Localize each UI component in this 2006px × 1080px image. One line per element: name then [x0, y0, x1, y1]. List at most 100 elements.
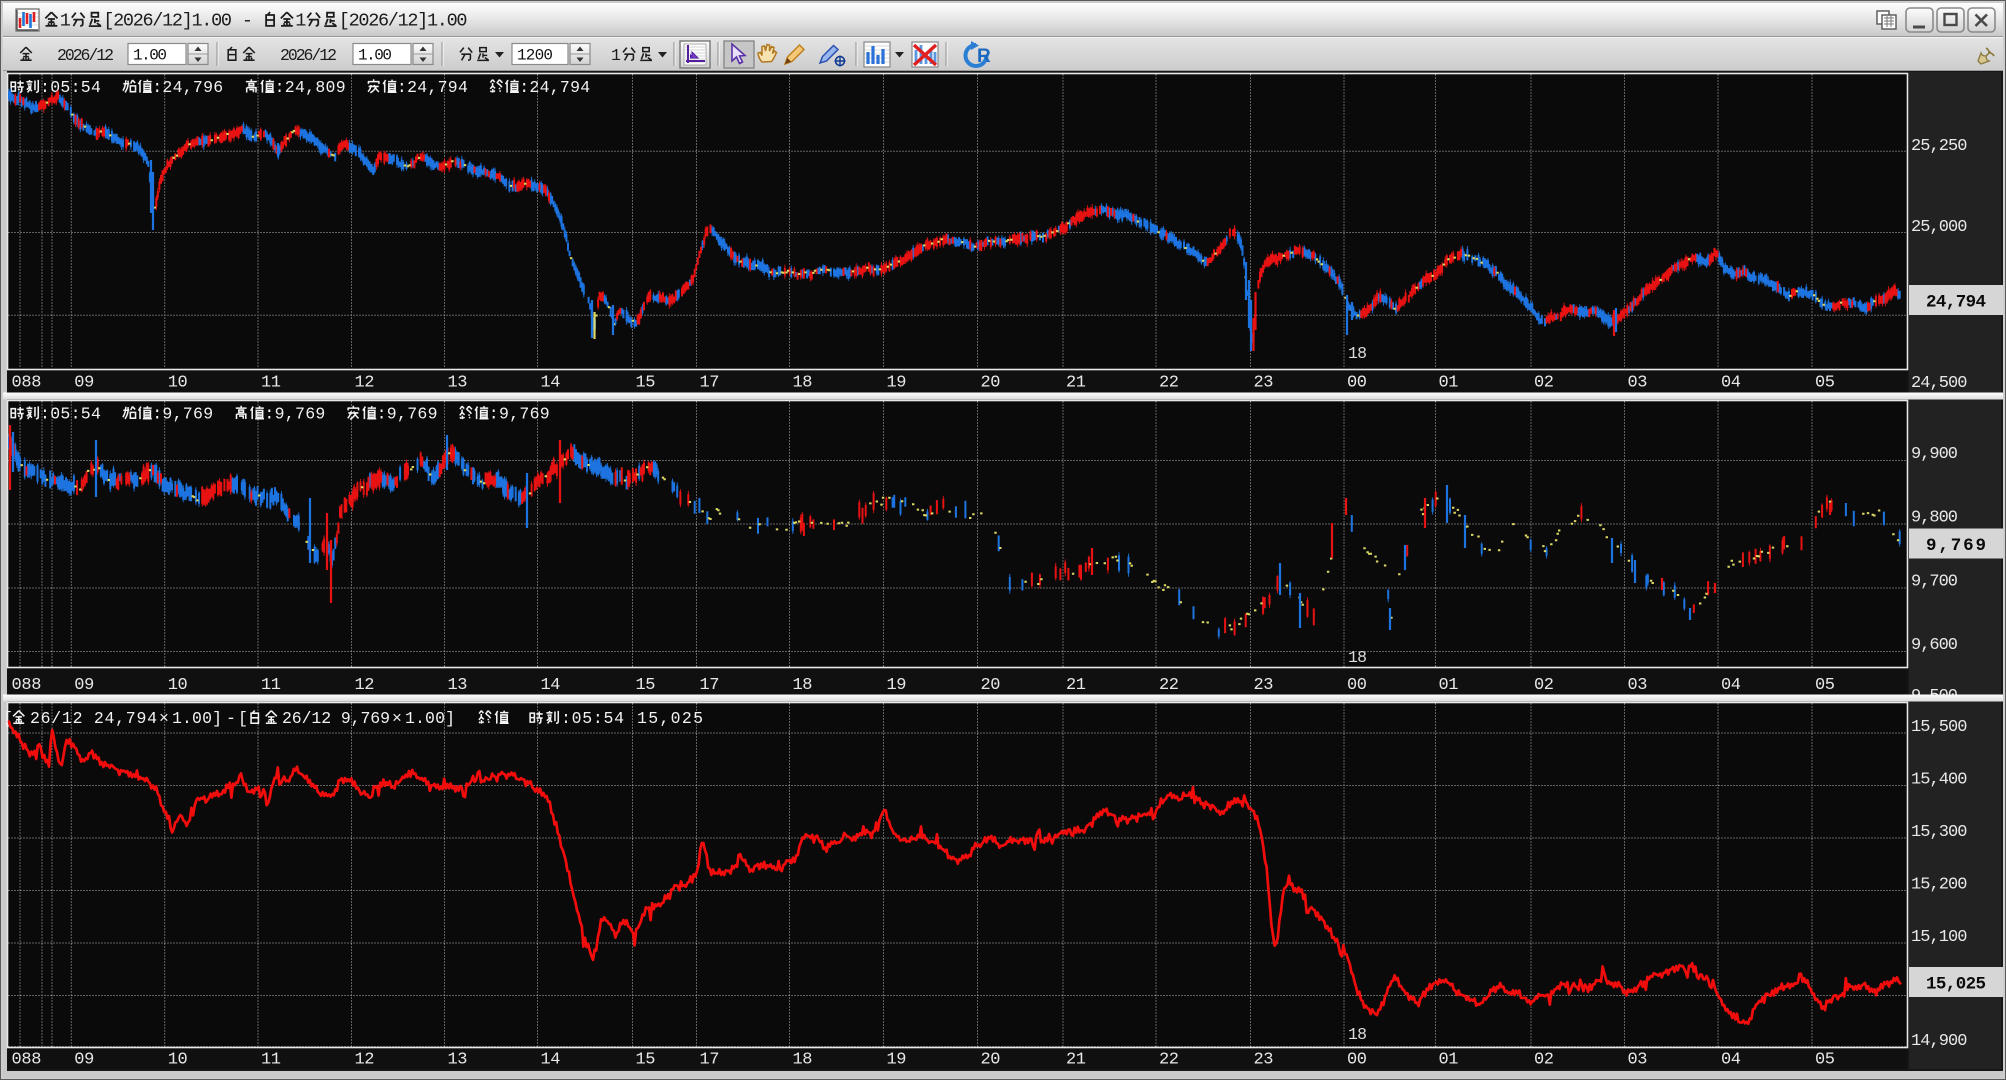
svg-text:13: 13	[448, 374, 468, 393]
svg-text:18: 18	[1348, 344, 1367, 363]
svg-text:R: R	[977, 46, 991, 67]
svg-text:-: -	[242, 11, 253, 32]
svg-text:10: 10	[168, 1051, 188, 1070]
svg-text::05:54: :05:54	[40, 404, 101, 423]
svg-text:11: 11	[261, 374, 281, 393]
svg-text:9,700: 9,700	[1911, 573, 1958, 592]
svg-text:15,025: 15,025	[1926, 975, 1986, 995]
svg-text:18: 18	[793, 374, 813, 393]
svg-text:2026/12: 2026/12	[280, 46, 337, 65]
svg-text:14,900: 14,900	[1911, 1032, 1967, 1051]
svg-text:14: 14	[541, 1051, 561, 1070]
svg-text:15,025: 15,025	[637, 709, 703, 728]
svg-text:1.00: 1.00	[358, 47, 392, 65]
svg-text::24,794: :24,794	[397, 78, 468, 97]
svg-text:[: [	[238, 709, 248, 728]
svg-text::24,809: :24,809	[275, 78, 346, 97]
svg-text:24,794: 24,794	[1926, 293, 1986, 313]
svg-text:26/12 24,794: 26/12 24,794	[30, 709, 157, 728]
svg-text:05: 05	[1815, 676, 1835, 695]
svg-text:21: 21	[1066, 374, 1086, 393]
svg-text:01: 01	[1439, 374, 1459, 393]
svg-text:11: 11	[261, 676, 281, 695]
svg-text:088: 088	[12, 374, 42, 393]
svg-text:[2026/12]1.00: [2026/12]1.00	[103, 11, 232, 32]
svg-text:01: 01	[1439, 1051, 1459, 1070]
svg-text:13: 13	[448, 676, 468, 695]
svg-text:21: 21	[1066, 1051, 1086, 1070]
svg-text:15,500: 15,500	[1911, 718, 1967, 737]
svg-text::9,769: :9,769	[489, 404, 550, 423]
svg-text:23: 23	[1254, 374, 1274, 393]
svg-text:18: 18	[1348, 648, 1367, 667]
svg-text:12: 12	[355, 1051, 375, 1070]
svg-text:088: 088	[12, 676, 42, 695]
svg-text:01: 01	[1439, 676, 1459, 695]
svg-text::24,794: :24,794	[519, 78, 590, 97]
svg-text:04: 04	[1721, 374, 1741, 393]
svg-text:9,900: 9,900	[1911, 445, 1958, 464]
svg-text:18: 18	[793, 1051, 813, 1070]
svg-text:22: 22	[1159, 374, 1179, 393]
svg-text:23: 23	[1254, 1051, 1274, 1070]
svg-text:04: 04	[1721, 676, 1741, 695]
svg-text:20: 20	[981, 374, 1001, 393]
svg-text:09: 09	[74, 374, 94, 393]
svg-text:17: 17	[700, 1051, 720, 1070]
svg-text:19: 19	[887, 374, 907, 393]
svg-text:17: 17	[700, 676, 720, 695]
svg-text:05: 05	[1815, 1051, 1835, 1070]
svg-text:15,400: 15,400	[1911, 771, 1967, 790]
svg-text:20: 20	[981, 1051, 1001, 1070]
svg-text:13: 13	[448, 1051, 468, 1070]
svg-text:1.00: 1.00	[133, 47, 167, 65]
svg-text:15: 15	[636, 676, 656, 695]
svg-text:1200: 1200	[517, 47, 553, 65]
svg-text:18: 18	[793, 676, 813, 695]
svg-text:19: 19	[887, 1051, 907, 1070]
svg-text:9,600: 9,600	[1911, 636, 1958, 655]
svg-text:02: 02	[1534, 1051, 1554, 1070]
svg-text:1.00]: 1.00]	[172, 709, 222, 728]
svg-text:04: 04	[1721, 1051, 1741, 1070]
svg-text:05: 05	[1815, 374, 1835, 393]
svg-text:1: 1	[611, 46, 621, 65]
svg-text:×: ×	[159, 709, 169, 728]
svg-text:9,800: 9,800	[1911, 509, 1958, 528]
svg-text:1: 1	[295, 11, 306, 32]
svg-text::05:54: :05:54	[561, 709, 624, 728]
svg-text:25,000: 25,000	[1911, 218, 1967, 237]
svg-text:26/12 9,769: 26/12 9,769	[282, 709, 390, 728]
svg-text:15,300: 15,300	[1911, 823, 1967, 842]
svg-text:12: 12	[355, 676, 375, 695]
svg-text:9,769: 9,769	[1926, 536, 1986, 556]
svg-text:00: 00	[1347, 374, 1367, 393]
svg-text:12: 12	[355, 374, 375, 393]
svg-text:15,200: 15,200	[1911, 876, 1967, 895]
svg-text:03: 03	[1628, 374, 1648, 393]
svg-text:1: 1	[60, 11, 71, 32]
svg-text::24,796: :24,796	[152, 78, 223, 97]
svg-text:14: 14	[541, 374, 561, 393]
svg-text:15,100: 15,100	[1911, 928, 1967, 947]
svg-text:22: 22	[1159, 676, 1179, 695]
svg-text:[2026/12]1.00: [2026/12]1.00	[339, 11, 468, 32]
svg-text:19: 19	[887, 676, 907, 695]
svg-text::05:54: :05:54	[40, 78, 101, 97]
svg-text:00: 00	[1347, 1051, 1367, 1070]
svg-text:00: 00	[1347, 676, 1367, 695]
svg-text:088: 088	[12, 1051, 42, 1070]
svg-text:23: 23	[1254, 676, 1274, 695]
svg-text:09: 09	[74, 1051, 94, 1070]
svg-text:20: 20	[981, 676, 1001, 695]
svg-text:22: 22	[1159, 1051, 1179, 1070]
svg-text:02: 02	[1534, 374, 1554, 393]
svg-text:[: [	[3, 709, 13, 728]
svg-text:24,500: 24,500	[1911, 374, 1967, 393]
svg-text:1.00]: 1.00]	[405, 709, 455, 728]
svg-text:17: 17	[700, 374, 720, 393]
svg-text:2026/12: 2026/12	[57, 46, 114, 65]
svg-text:×: ×	[392, 709, 402, 728]
svg-text:03: 03	[1628, 676, 1648, 695]
svg-text:11: 11	[261, 1051, 281, 1070]
